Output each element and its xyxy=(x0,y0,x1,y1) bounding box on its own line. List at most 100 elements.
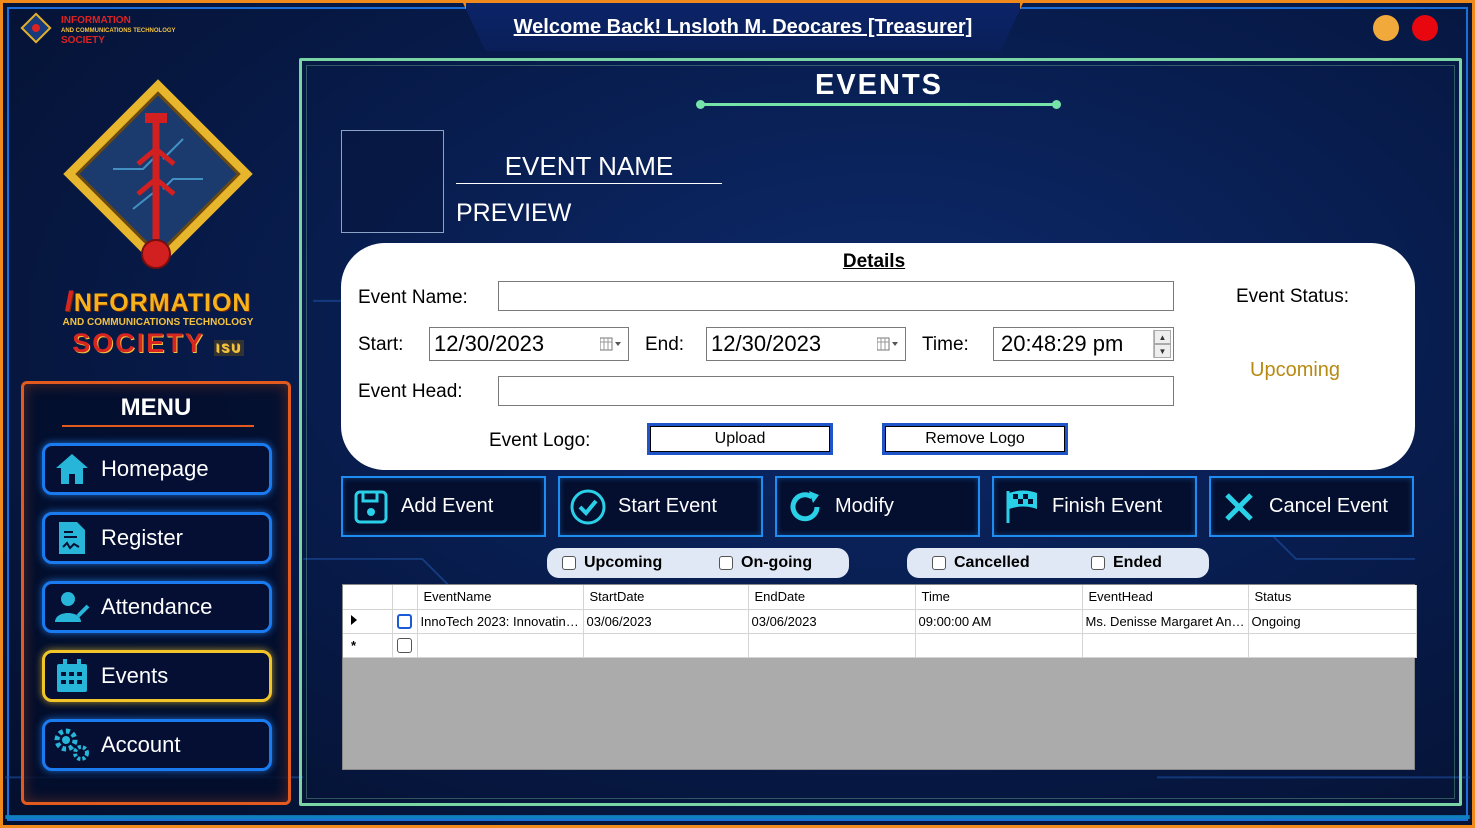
start-label: Start: xyxy=(358,334,404,355)
cancel-event-button[interactable]: Cancel Event xyxy=(1209,476,1414,537)
refresh-icon xyxy=(785,487,825,527)
ended-checkbox[interactable]: Ended xyxy=(1091,554,1162,572)
column-header-eventhead[interactable]: EventHead xyxy=(1082,585,1249,610)
cell-time[interactable]: 09:00:00 AM xyxy=(915,609,1083,634)
mini-brand-line1: INFORMATION xyxy=(61,15,131,26)
time-spinner[interactable]: ▲ ▼ xyxy=(1153,330,1171,358)
ongoing-checkbox[interactable]: On-going xyxy=(719,554,812,572)
cell-empty[interactable] xyxy=(583,633,749,658)
column-header-status[interactable]: Status xyxy=(1248,585,1417,610)
finish-flag-icon xyxy=(1002,487,1042,527)
sidebar-item-account[interactable]: Account xyxy=(42,719,272,771)
add-event-button[interactable]: Add Event xyxy=(341,476,546,537)
event-name-input[interactable] xyxy=(498,281,1174,311)
new-row-marker: * xyxy=(343,633,393,658)
cancelled-checkbox[interactable]: Cancelled xyxy=(932,554,1030,572)
time-picker[interactable]: 20:48:29 pm ▲ ▼ xyxy=(993,327,1174,361)
calendar-dropdown-icon[interactable] xyxy=(877,337,899,351)
cell-startdate[interactable]: 03/06/2023 xyxy=(583,609,749,634)
gears-icon xyxy=(53,726,91,764)
end-label: End: xyxy=(645,334,685,355)
cell-empty[interactable] xyxy=(417,633,584,658)
event-logo-label: Event Logo: xyxy=(489,430,591,451)
upload-button[interactable]: Upload xyxy=(647,423,833,455)
filter-group-closed: Cancelled Ended xyxy=(907,548,1209,578)
title-underline-dot-left xyxy=(696,100,705,109)
end-date-picker[interactable]: 12/30/2023 xyxy=(706,327,906,361)
column-header-time[interactable]: Time xyxy=(915,585,1083,610)
time-value: 20:48:29 pm xyxy=(1001,331,1124,356)
cell-empty[interactable] xyxy=(1248,633,1417,658)
column-header-startdate[interactable]: StartDate xyxy=(583,585,749,610)
start-date-picker[interactable]: 12/30/2023 xyxy=(429,327,629,361)
finish-event-button[interactable]: Finish Event xyxy=(992,476,1197,537)
start-event-label: Start Event xyxy=(618,495,717,517)
event-head-input[interactable] xyxy=(498,376,1174,406)
add-event-label: Add Event xyxy=(401,495,494,517)
table-row[interactable]: InnoTech 2023: Innovating the Future 03/… xyxy=(343,609,1417,634)
upcoming-label: Upcoming xyxy=(584,554,663,571)
close-button[interactable] xyxy=(1412,15,1438,41)
upcoming-checkbox[interactable]: Upcoming xyxy=(562,554,662,572)
column-header-eventname[interactable]: EventName xyxy=(417,585,584,610)
checkbox-box[interactable] xyxy=(719,556,733,570)
spin-down-icon[interactable]: ▼ xyxy=(1154,344,1171,358)
spin-up-icon[interactable]: ▲ xyxy=(1154,330,1171,344)
row-checkbox[interactable] xyxy=(392,609,418,634)
brand-initial: I xyxy=(64,285,74,318)
end-date-value: 12/30/2023 xyxy=(711,331,822,356)
event-name-label: Event Name: xyxy=(358,287,468,308)
checkbox-box[interactable] xyxy=(397,638,412,654)
event-status-value: Upcoming xyxy=(1250,359,1341,381)
sidebar-item-label: Homepage xyxy=(101,456,209,481)
event-head-label: Event Head: xyxy=(358,381,463,402)
ict-society-logo xyxy=(63,79,253,269)
sidebar-item-attendance[interactable]: Attendance xyxy=(42,581,272,633)
cell-eventname[interactable]: InnoTech 2023: Innovating the Future xyxy=(417,609,584,634)
minimize-button[interactable] xyxy=(1373,15,1399,41)
cell-empty[interactable] xyxy=(1082,633,1249,658)
page-title: EVENTS xyxy=(814,69,944,101)
row-selector-arrow-icon[interactable] xyxy=(343,609,393,634)
preview-label: PREVIEW xyxy=(456,199,572,227)
finish-event-label: Finish Event xyxy=(1052,495,1163,517)
brand-wordmark: INFORMATION AND COMMUNICATIONS TECHNOLOG… xyxy=(43,285,273,359)
ongoing-label: On-going xyxy=(741,554,813,571)
checkbox-box[interactable] xyxy=(1091,556,1105,570)
checkbox-box[interactable] xyxy=(932,556,946,570)
time-label: Time: xyxy=(922,334,969,355)
cell-empty[interactable] xyxy=(748,633,916,658)
cell-status[interactable]: Ongoing xyxy=(1248,609,1417,634)
cell-empty[interactable] xyxy=(915,633,1083,658)
checkbox-box[interactable] xyxy=(562,556,576,570)
event-status-label: Event Status: xyxy=(1236,286,1350,307)
sidebar-item-label: Account xyxy=(101,732,181,757)
sidebar-item-homepage[interactable]: Homepage xyxy=(42,443,272,495)
checkbox-box[interactable] xyxy=(397,614,412,630)
menu-divider xyxy=(62,425,254,427)
mini-brand-line3: SOCIETY xyxy=(61,35,105,46)
brand-society: SOCIETY xyxy=(72,328,205,358)
cancelled-label: Cancelled xyxy=(954,554,1030,571)
calendar-dropdown-icon[interactable] xyxy=(600,337,622,351)
details-title: Details xyxy=(842,251,906,272)
sidebar-item-register[interactable]: Register xyxy=(42,512,272,564)
checkbox-header xyxy=(392,585,418,610)
modify-label: Modify xyxy=(835,495,894,517)
start-date-value: 12/30/2023 xyxy=(434,331,545,356)
sidebar-item-events[interactable]: Events xyxy=(42,650,272,702)
remove-logo-button[interactable]: Remove Logo xyxy=(882,423,1068,455)
register-icon xyxy=(53,519,91,557)
app-name-mini: INFORMATION AND COMMUNICATIONS TECHNOLOG… xyxy=(61,16,176,46)
modify-button[interactable]: Modify xyxy=(775,476,980,537)
start-event-button[interactable]: Start Event xyxy=(558,476,763,537)
row-checkbox[interactable] xyxy=(392,633,418,658)
welcome-text: Welcome Back! Lnsloth M. Deocares [Treas… xyxy=(513,16,973,38)
table-new-row[interactable]: * xyxy=(343,633,1417,658)
title-underline xyxy=(700,103,1058,106)
attendance-icon xyxy=(53,588,91,626)
cell-eventhead[interactable]: Ms. Denisse Margaret Ancheta xyxy=(1082,609,1249,634)
title-underline-dot-right xyxy=(1052,100,1061,109)
cell-enddate[interactable]: 03/06/2023 xyxy=(748,609,916,634)
column-header-enddate[interactable]: EndDate xyxy=(748,585,916,610)
